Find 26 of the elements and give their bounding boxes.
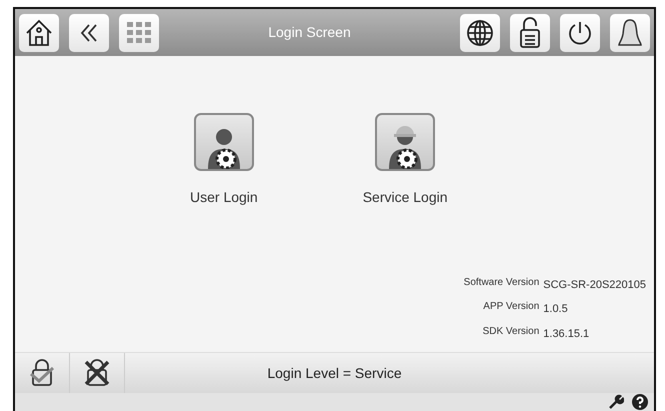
grid-icon — [126, 20, 152, 44]
version-value: SCG-SR-20S220105 — [543, 278, 646, 292]
house-icon — [24, 18, 54, 48]
home-button[interactable] — [19, 14, 59, 52]
padlock-cross-icon — [83, 359, 111, 387]
screen-title: Login Screen — [267, 23, 352, 42]
help-icon[interactable] — [632, 394, 648, 410]
version-label: APP Version — [482, 300, 540, 314]
login-option[interactable]: Service Login — [362, 113, 448, 208]
power-button[interactable] — [560, 14, 600, 52]
back-button[interactable] — [69, 14, 109, 52]
dashboard-button[interactable] — [119, 14, 159, 52]
unlocked-padlock-icon — [518, 16, 542, 48]
version-label: SDK Version — [482, 324, 540, 338]
login-level-text: Login Level = Service — [266, 364, 403, 383]
version-value: 1.36.15.1 — [543, 326, 590, 342]
version-label: Software Version — [464, 276, 540, 290]
wrench-icon[interactable] — [608, 394, 624, 410]
version-value: 1.0.5 — [543, 302, 569, 317]
lock-button[interactable] — [510, 14, 550, 52]
alarm-button[interactable] — [610, 14, 650, 52]
language-button[interactable] — [460, 14, 500, 52]
globe-icon — [466, 18, 494, 46]
bell-icon — [617, 18, 643, 48]
double-chevron-icon — [80, 22, 98, 42]
padlock-check-icon — [28, 359, 56, 387]
